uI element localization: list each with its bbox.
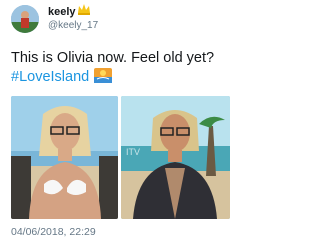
display-name[interactable]: keely (48, 6, 76, 19)
tweet-text-line: This is Olivia now. Feel old yet? (11, 50, 215, 66)
username[interactable]: @keely_17 (48, 20, 98, 32)
crown-icon (78, 4, 90, 15)
avatar[interactable] (11, 5, 39, 33)
island-emoji (94, 68, 113, 83)
tweet-text: This is Olivia now. Feel old yet? #LoveI… (11, 49, 233, 87)
avatar-image (11, 5, 39, 33)
photo-jacket[interactable]: ITV (121, 96, 230, 219)
hashtag-link[interactable]: #LoveIsland (11, 69, 89, 85)
watermark-text: ITV (126, 147, 140, 157)
timestamp[interactable]: 04/06/2018, 22:29 (11, 226, 96, 238)
photo-bikini-image (11, 96, 118, 219)
photo-bikini[interactable] (11, 96, 118, 219)
photo-jacket-image: ITV (121, 96, 230, 219)
hashtag-line: #LoveIsland (11, 68, 233, 87)
